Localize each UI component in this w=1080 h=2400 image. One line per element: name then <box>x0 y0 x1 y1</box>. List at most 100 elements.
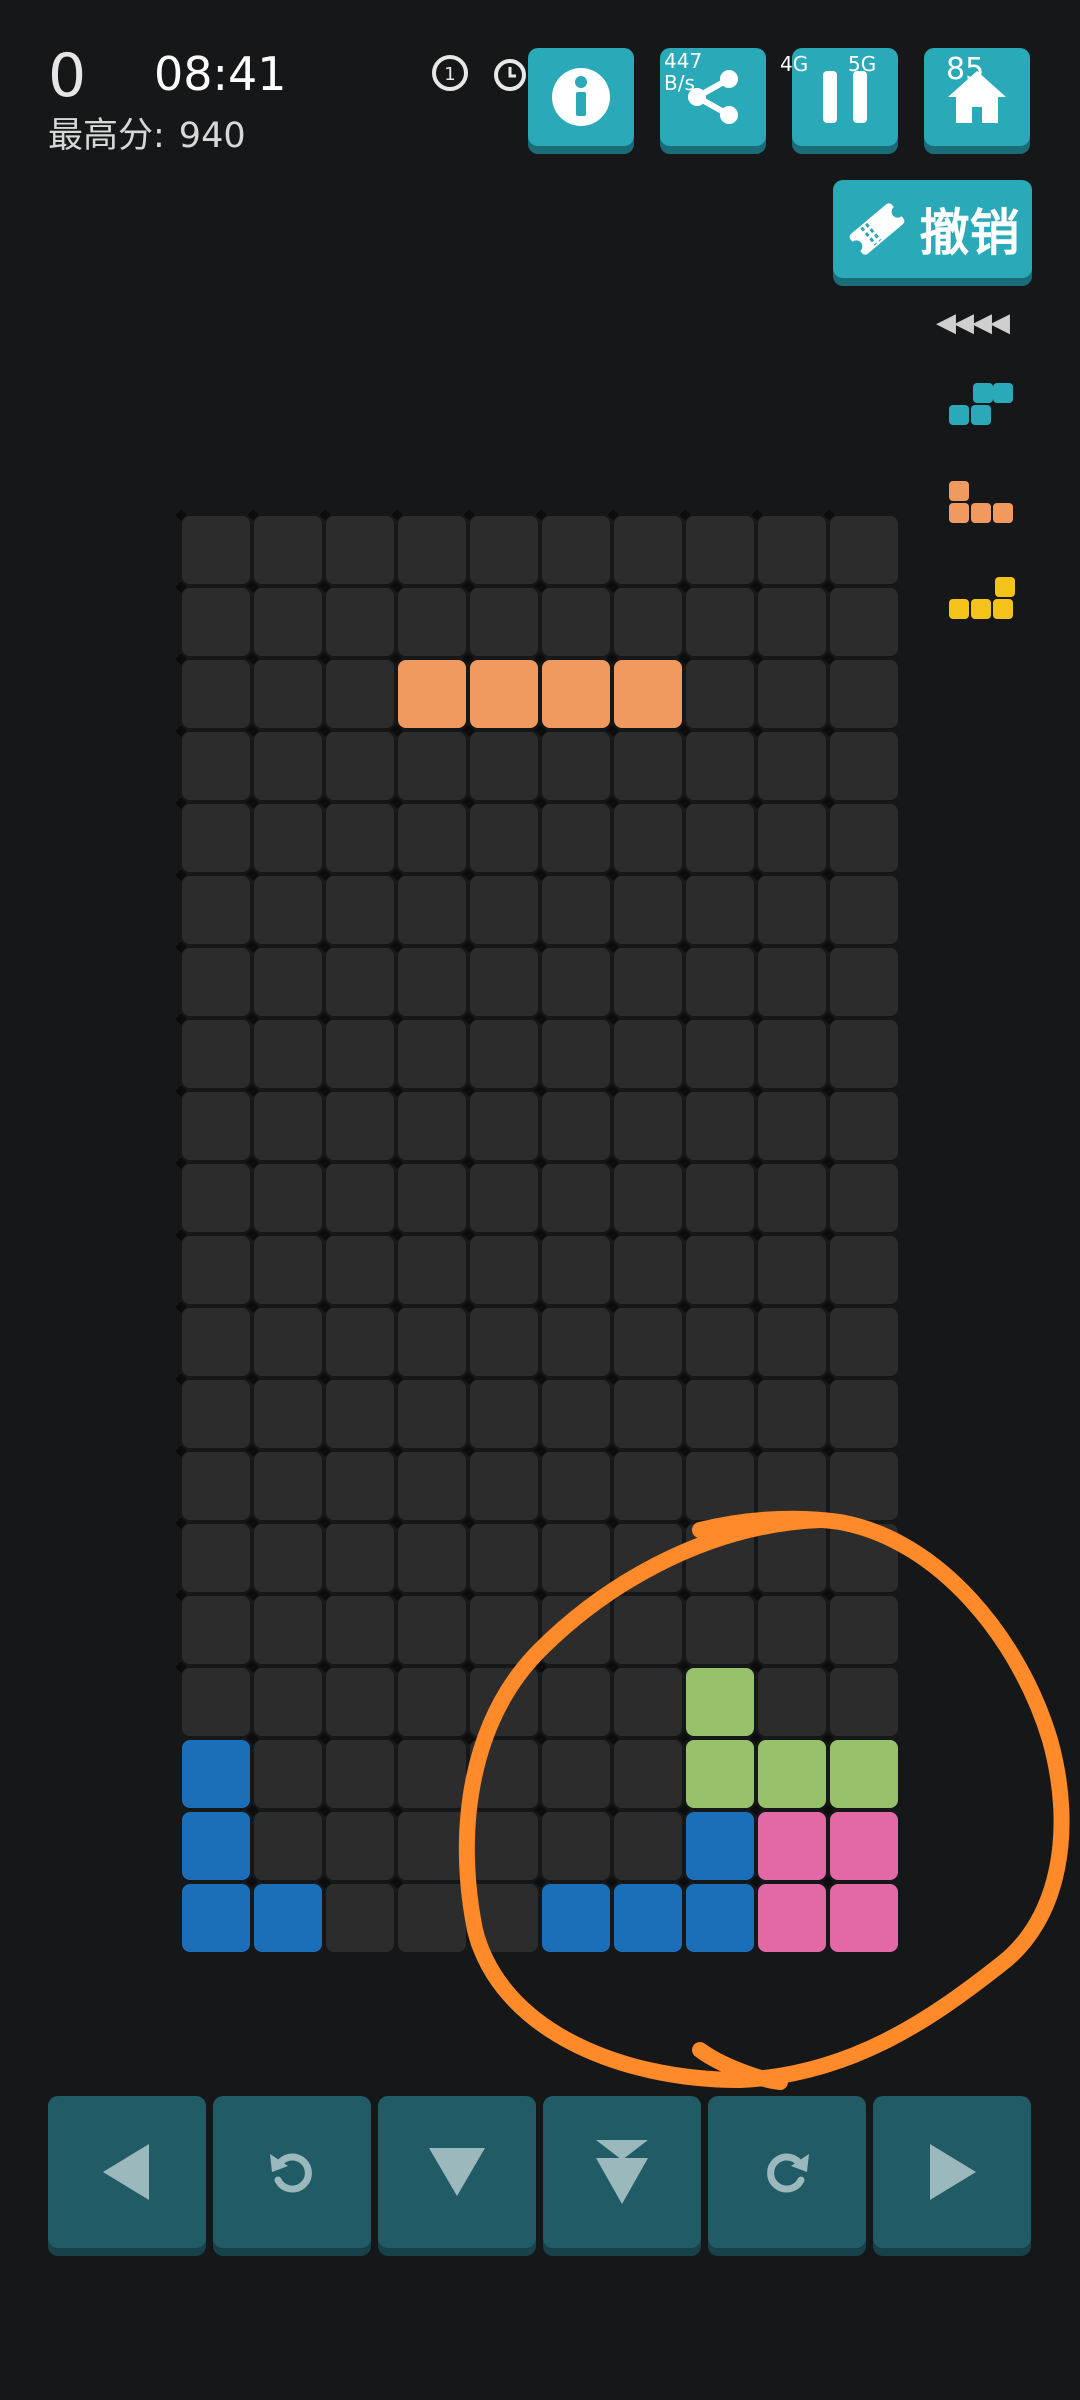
board-cell <box>326 1308 394 1376</box>
board-cell <box>326 804 394 872</box>
block-blue <box>686 1884 754 1952</box>
board-cell <box>830 516 898 584</box>
board-cell <box>686 660 754 728</box>
move-left-button[interactable] <box>48 2096 206 2248</box>
pause-button[interactable]: 4G 5G <box>780 48 898 146</box>
block-orange <box>542 660 610 728</box>
board-cell <box>542 1452 610 1520</box>
board-cell <box>542 1020 610 1088</box>
move-right-button[interactable] <box>873 2096 1031 2248</box>
block-pink <box>758 1812 826 1880</box>
board-cell <box>470 804 538 872</box>
share-button[interactable]: 447 B/s <box>660 48 766 146</box>
home-button[interactable]: 85 <box>924 48 1030 146</box>
rotate-left-button[interactable] <box>213 2096 371 2248</box>
block-pink <box>830 1812 898 1880</box>
board-cell <box>182 1524 250 1592</box>
board-cell <box>470 1668 538 1736</box>
board-cell <box>254 1092 322 1160</box>
ticket-icon <box>849 203 904 255</box>
board-cell <box>182 1380 250 1448</box>
board-cell <box>830 948 898 1016</box>
board-cell <box>182 1452 250 1520</box>
board-cell <box>542 1668 610 1736</box>
board-cell <box>398 1668 466 1736</box>
board-cell <box>470 1740 538 1808</box>
block-orange <box>470 660 538 728</box>
board-cell <box>398 1164 466 1232</box>
board-cell <box>254 1236 322 1304</box>
hard-drop-button[interactable] <box>543 2096 701 2248</box>
board-cell <box>254 588 322 656</box>
rotate-right-button[interactable] <box>708 2096 866 2248</box>
board-cell <box>830 588 898 656</box>
score-value: 0 <box>48 41 87 111</box>
board-cell <box>758 1668 826 1736</box>
block-green <box>686 1668 754 1736</box>
board-cell <box>182 1020 250 1088</box>
board-cell <box>686 1236 754 1304</box>
board-cell <box>326 1452 394 1520</box>
sim1-label: 4G <box>780 52 809 76</box>
board-cell <box>254 1740 322 1808</box>
board-cell <box>470 1812 538 1880</box>
block-blue <box>542 1884 610 1952</box>
board-cell <box>758 1524 826 1592</box>
board-cell <box>830 1596 898 1664</box>
board-cell <box>686 876 754 944</box>
soft-drop-button[interactable] <box>378 2096 536 2248</box>
board-cell <box>470 1092 538 1160</box>
board-cell <box>542 1164 610 1232</box>
rotate-cw-icon <box>767 2153 809 2193</box>
board-cell <box>398 948 466 1016</box>
board-cell <box>326 732 394 800</box>
board-cell <box>758 948 826 1016</box>
board-cell <box>758 588 826 656</box>
board-cell <box>758 1164 826 1232</box>
best-score-value: 940 <box>178 116 246 156</box>
board-cell <box>182 804 250 872</box>
next-queue-indicator: ◀◀◀◀ <box>936 308 1010 338</box>
board-cell <box>398 588 466 656</box>
board-cell <box>254 660 322 728</box>
board-cell <box>182 1308 250 1376</box>
info-button[interactable] <box>528 48 634 146</box>
board-cell <box>470 1164 538 1232</box>
board-cell <box>686 1020 754 1088</box>
board-cell <box>614 1308 682 1376</box>
board-cell <box>254 1524 322 1592</box>
block-blue <box>686 1812 754 1880</box>
info-icon <box>552 68 610 126</box>
board-cell <box>254 516 322 584</box>
board-cell <box>830 1308 898 1376</box>
board-cell <box>830 1164 898 1232</box>
board-cell <box>254 1380 322 1448</box>
board-cell <box>830 1452 898 1520</box>
board-cell <box>398 1452 466 1520</box>
board-cell <box>398 1524 466 1592</box>
board-cell <box>254 1668 322 1736</box>
board-cell <box>398 1308 466 1376</box>
board-cell <box>326 1740 394 1808</box>
board-cell <box>398 732 466 800</box>
board-cell <box>758 1596 826 1664</box>
board-cell <box>326 1884 394 1952</box>
board-cell <box>830 732 898 800</box>
game-board[interactable] <box>180 514 900 1954</box>
block-blue <box>182 1884 250 1952</box>
undo-label: 撤销 <box>919 204 1020 262</box>
board-cell <box>398 1884 466 1952</box>
board-cell <box>254 1020 322 1088</box>
board-cell <box>398 1020 466 1088</box>
board-cell <box>326 1668 394 1736</box>
board-cell <box>686 1164 754 1232</box>
board-cell <box>326 1020 394 1088</box>
board-cell <box>686 1596 754 1664</box>
double-down-icon <box>596 2140 648 2204</box>
board-cell <box>326 660 394 728</box>
board-cell <box>182 1236 250 1304</box>
undo-button[interactable]: 撤销 <box>833 180 1032 278</box>
net-speed: 447 B/s <box>664 49 703 95</box>
board-cell <box>542 1596 610 1664</box>
board-cell <box>758 732 826 800</box>
